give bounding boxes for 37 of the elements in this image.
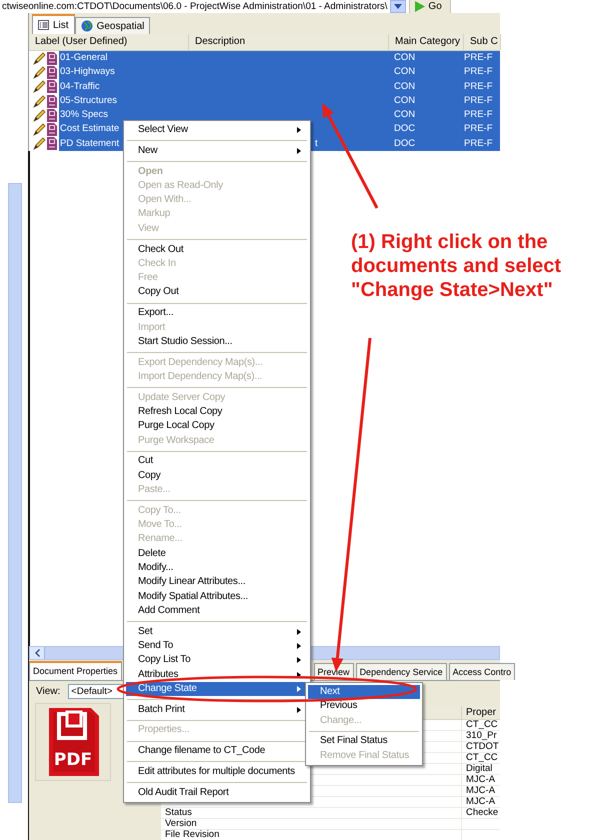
category-cell-text: CON [393,65,416,80]
subcategory-cell-text: PRE-F [463,51,492,65]
document-label: Cost Estimate [59,122,120,136]
subcategory-cell-text: PRE-F [463,65,492,80]
property-name: Status [164,808,192,818]
property-value: MJC-A [465,775,496,785]
property-name: Version [164,819,197,829]
category-cell-text: CON [393,94,416,108]
pdf-file-icon: PDF [35,703,111,781]
category-cell: CON [393,108,416,122]
category-cell-text: DOC [393,122,416,136]
property-name: File Revision [164,830,220,840]
property-value: MJC-A [465,786,496,796]
subcategory-cell-text: PRE-F [463,94,492,108]
annotation-text: (1) Right click on the documents and select "Change State>Next" [351,230,562,302]
category-cell: CON [393,80,416,94]
subcategory-cell: PRE-F [463,80,492,94]
property-value: Checke [465,808,498,818]
subcategory-cell-text: PRE-F [463,136,492,151]
document-label: 05-Structures [59,94,118,108]
property-value: Digital [465,764,492,774]
description-cell-text: t [314,136,318,151]
document-label: 01-General [59,51,108,65]
document-label: PD Statement [59,136,120,151]
view-label: View: [36,686,60,696]
subcategory-cell-text: PRE-F [463,122,492,136]
document-label: 03-Highways [59,65,115,80]
property-value: 310_Pr [465,731,497,741]
property-value: CT_CC [465,753,498,763]
document-label: 30% Specs [59,108,108,122]
subcategory-cell: PRE-F [463,108,492,122]
category-cell-text: CON [393,51,416,65]
property-value: CT_CC [465,720,498,730]
document-label: 04-Traffic [59,80,100,94]
category-cell-text: DOC [393,136,416,151]
property-value: CTDOT [465,742,499,752]
property-value: MJC-A [465,797,496,807]
